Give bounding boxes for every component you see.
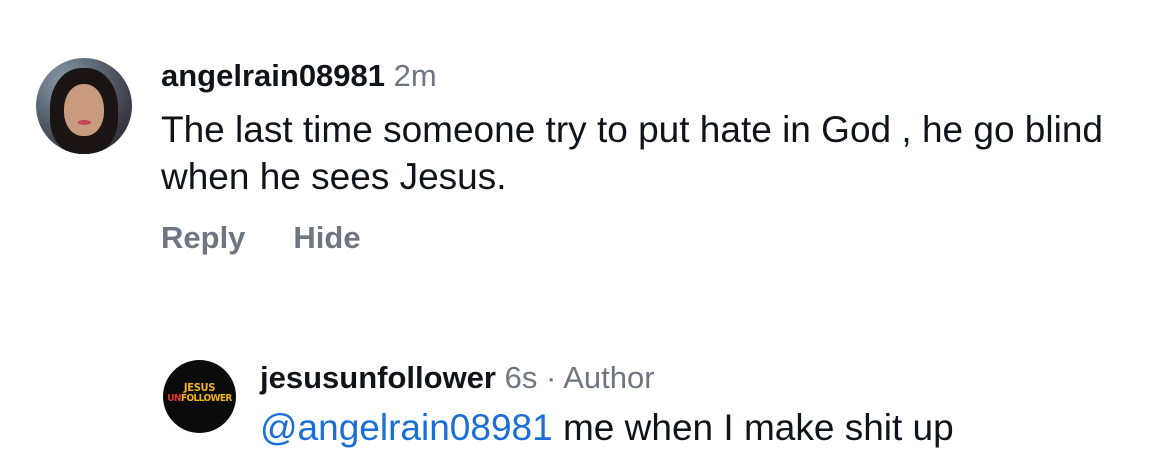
- comment-username[interactable]: jesusunfollower: [260, 360, 496, 395]
- meta-separator: ·: [545, 360, 557, 395]
- avatar-logo-line1: JESUS: [183, 381, 216, 394]
- comment-time: 6s: [504, 360, 538, 395]
- comment-actions: Reply Hide: [161, 220, 1121, 256]
- comment-body: jesusunfollower 6s · Author @angelrain08…: [260, 358, 954, 451]
- reply-button[interactable]: Reply: [161, 220, 245, 255]
- comment-text: The last time someone try to put hate in…: [161, 109, 1103, 197]
- author-label: Author: [563, 360, 655, 395]
- hide-button[interactable]: Hide: [293, 220, 360, 255]
- comment-text: @angelrain08981 me when I make shit up: [260, 404, 954, 451]
- avatar-logo-gold-part: FOLLOWER: [180, 393, 232, 404]
- comment-username[interactable]: angelrain08981: [161, 58, 385, 93]
- avatar-logo-red-part: UN: [167, 393, 181, 404]
- comment-time: 2m: [393, 58, 437, 93]
- comment-header: jesusunfollower 6s · Author: [260, 358, 954, 398]
- avatar-lips: [78, 120, 91, 125]
- comment-body: angelrain08981 2m The last time someone …: [161, 56, 1121, 256]
- avatar[interactable]: JESUS UNFOLLOWER: [163, 360, 236, 433]
- comment-header: angelrain08981 2m: [161, 56, 1121, 96]
- avatar-face: [64, 84, 104, 136]
- avatar[interactable]: [36, 58, 132, 154]
- comment-text-body: me when I make shit up: [562, 407, 954, 448]
- avatar-logo-line2: UNFOLLOWER: [163, 394, 236, 404]
- mention-link[interactable]: @angelrain08981: [260, 407, 553, 448]
